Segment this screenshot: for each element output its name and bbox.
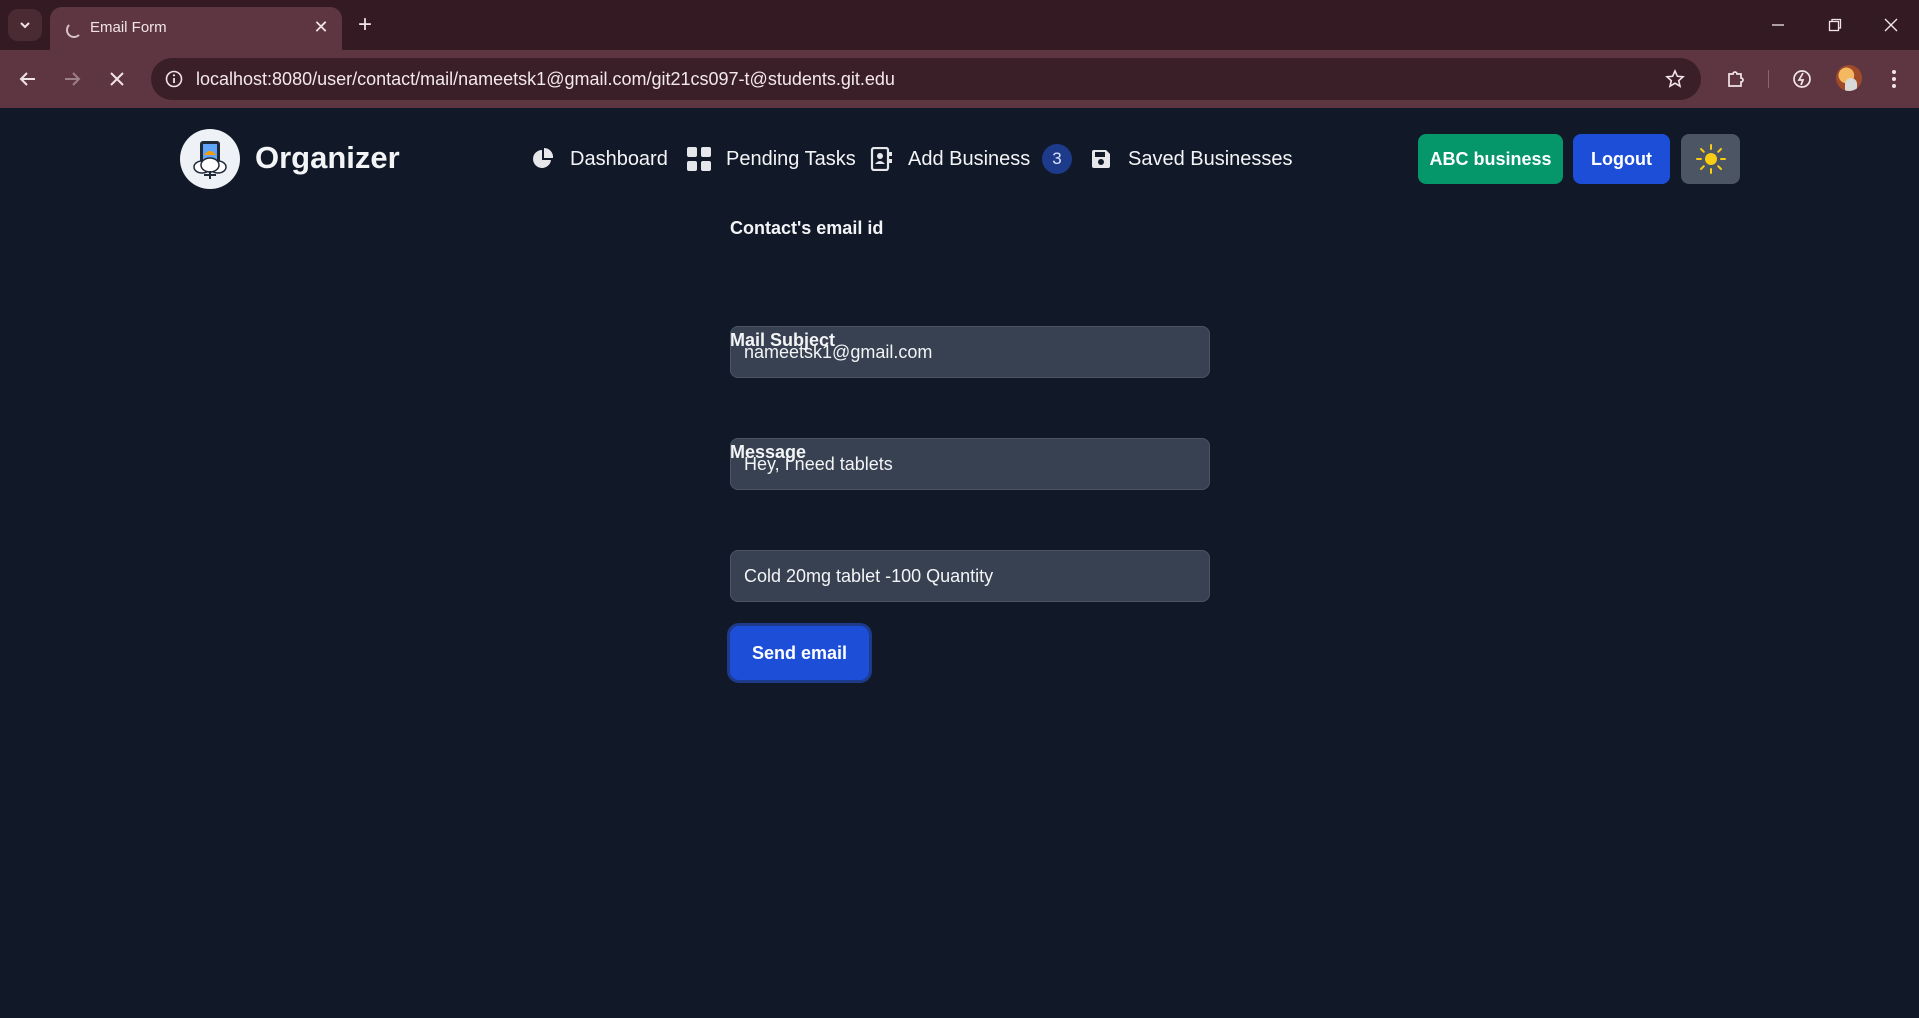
tab-search-button[interactable] bbox=[8, 9, 42, 41]
bookmark-star-icon[interactable] bbox=[1663, 67, 1687, 91]
close-window-button[interactable] bbox=[1862, 0, 1919, 50]
browser-tab[interactable]: Email Form ✕ bbox=[50, 7, 342, 50]
page: Organizer Dashboard Pending Tasks Add Bu… bbox=[0, 108, 1919, 1018]
nav-dashboard[interactable]: Dashboard bbox=[530, 144, 668, 174]
close-tab-icon[interactable]: ✕ bbox=[310, 16, 332, 38]
subject-field-label: Mail Subject bbox=[730, 330, 836, 350]
grid-icon bbox=[686, 146, 712, 172]
browser-toolbar: localhost:8080/user/contact/mail/nameets… bbox=[0, 50, 1919, 108]
logout-button[interactable]: Logout bbox=[1573, 134, 1670, 184]
business-button[interactable]: ABC business bbox=[1418, 134, 1563, 184]
arrow-left-icon bbox=[19, 72, 35, 86]
nav-saved-businesses-label: Saved Businesses bbox=[1128, 147, 1293, 170]
restore-button[interactable] bbox=[1806, 0, 1864, 50]
back-button[interactable] bbox=[12, 63, 44, 95]
site-info-icon[interactable] bbox=[161, 66, 187, 92]
puzzle-piece-icon bbox=[1728, 71, 1744, 87]
nav-pending-tasks[interactable]: Pending Tasks bbox=[686, 144, 856, 174]
close-icon bbox=[1884, 18, 1898, 32]
send-email-button[interactable]: Send email bbox=[730, 626, 869, 680]
minimize-icon bbox=[1772, 24, 1784, 26]
arrow-right-icon bbox=[65, 72, 81, 86]
performance-button[interactable] bbox=[1786, 63, 1818, 95]
nav-add-business-label: Add Business bbox=[908, 147, 1031, 170]
nav-saved-businesses[interactable]: Saved Businesses bbox=[1088, 144, 1293, 174]
tab-title: Email Form bbox=[90, 19, 167, 36]
restore-icon bbox=[1828, 18, 1842, 32]
stop-loading-button[interactable] bbox=[101, 63, 133, 95]
nav-add-business[interactable]: Add Business bbox=[868, 144, 1030, 174]
extensions-button[interactable] bbox=[1720, 63, 1752, 95]
notification-count-badge: 3 bbox=[1042, 144, 1072, 174]
sun-icon bbox=[1695, 144, 1726, 174]
nav-pending-tasks-label: Pending Tasks bbox=[726, 147, 856, 170]
toolbar-divider bbox=[1768, 70, 1769, 88]
pie-chart-icon bbox=[530, 146, 556, 172]
close-icon bbox=[110, 72, 124, 86]
new-tab-button[interactable]: + bbox=[350, 10, 380, 40]
contact-card-icon bbox=[868, 146, 894, 172]
more-vertical-icon bbox=[1892, 70, 1896, 88]
app-navbar: Organizer Dashboard Pending Tasks Add Bu… bbox=[0, 108, 1919, 212]
floppy-disk-icon bbox=[1088, 146, 1114, 172]
forward-button[interactable] bbox=[56, 63, 88, 95]
url-text: localhost:8080/user/contact/mail/nameets… bbox=[196, 69, 895, 89]
email-field-label: Contact's email id bbox=[730, 218, 884, 238]
message-field-label: Message bbox=[730, 442, 807, 462]
browser-tabstrip: Email Form ✕ + bbox=[0, 0, 1919, 50]
nav-dashboard-label: Dashboard bbox=[570, 147, 668, 170]
brand-name[interactable]: Organizer bbox=[255, 140, 400, 176]
message-field[interactable]: Cold 20mg tablet -100 Quantity bbox=[730, 550, 1210, 602]
browser-menu-button[interactable] bbox=[1878, 63, 1910, 95]
speedometer-icon bbox=[1793, 70, 1811, 88]
minimize-button[interactable] bbox=[1749, 0, 1807, 50]
address-bar[interactable]: localhost:8080/user/contact/mail/nameets… bbox=[151, 58, 1701, 100]
profile-avatar[interactable] bbox=[1836, 65, 1862, 91]
chevron-down-icon bbox=[20, 22, 30, 29]
loading-spinner-icon bbox=[66, 22, 82, 38]
theme-toggle-button[interactable] bbox=[1681, 134, 1740, 184]
organizer-logo[interactable] bbox=[180, 129, 240, 189]
